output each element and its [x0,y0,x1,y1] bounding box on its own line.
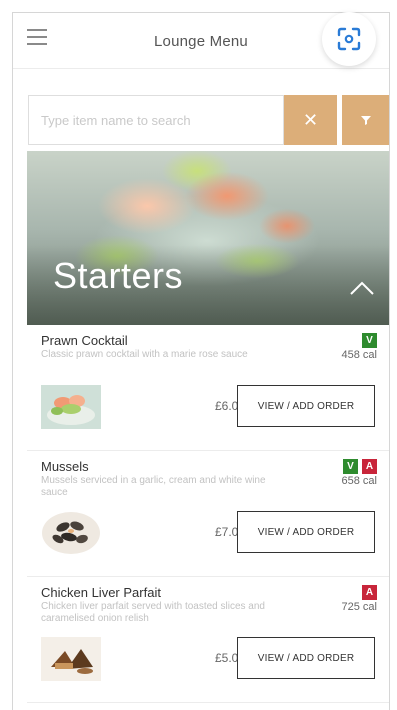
allergen-badge: A [362,585,377,600]
chevron-up-icon[interactable] [349,279,375,297]
menu-item: Prawn Cocktail Classic prawn cocktail wi… [27,325,389,451]
prawn-cocktail-thumbnail [41,385,101,429]
allergen-badge: A [362,459,377,474]
view-add-order-button[interactable]: VIEW / ADD ORDER [237,511,375,553]
category-banner-starters[interactable]: Starters [27,151,389,325]
item-description: Mussels serviced in a garlic, cream and … [41,475,266,498]
menu-item: Mussels Mussels serviced in a garlic, cr… [27,451,389,577]
search-input[interactable] [28,95,284,145]
item-name: Chicken Liver Parfait [41,585,161,600]
item-calories: 658 cal [341,475,377,487]
menu-item: Chicken Liver Parfait Chicken liver parf… [27,577,389,703]
app-screen: Lounge Menu ✕ Starters Prawn Cocktail Cl… [12,12,390,710]
vegetarian-badge: V [343,459,358,474]
item-description: Chicken liver parfait served with toaste… [41,601,265,624]
item-calories: 458 cal [341,349,377,361]
category-title: Starters [53,255,184,296]
item-name: Prawn Cocktail [41,333,128,348]
filter-icon [361,116,371,125]
view-add-order-button[interactable]: VIEW / ADD ORDER [237,385,375,427]
search-bar: ✕ [28,95,389,145]
qr-scan-icon [337,27,361,51]
item-description: Classic prawn cocktail with a marie rose… [41,349,248,360]
item-calories: 725 cal [341,601,377,613]
clear-search-button[interactable]: ✕ [284,95,337,145]
view-add-order-button[interactable]: VIEW / ADD ORDER [237,637,375,679]
vegetarian-badge: V [362,333,377,348]
chicken-liver-parfait-thumbnail [41,637,101,681]
dietary-badges: V [362,333,377,348]
scan-button[interactable] [322,12,376,66]
dietary-badges: A [362,585,377,600]
mussels-thumbnail [42,512,100,554]
filter-button[interactable] [342,95,389,145]
item-name: Mussels [41,459,89,474]
close-icon: ✕ [302,109,319,130]
dietary-badges: V A [343,459,377,474]
